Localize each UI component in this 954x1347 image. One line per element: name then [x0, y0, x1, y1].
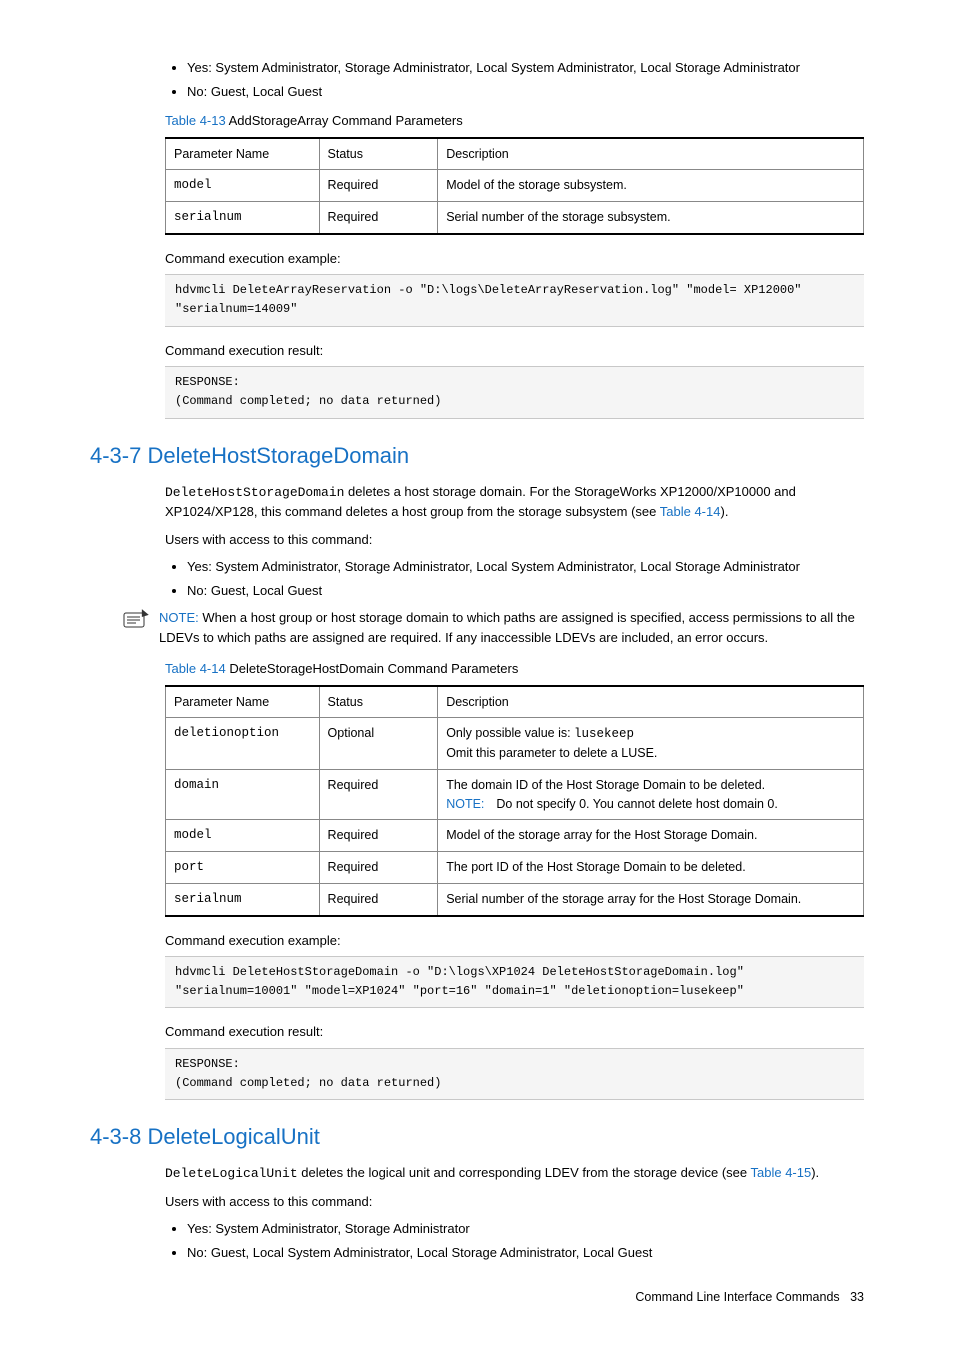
caption-text: DeleteStorageHostDomain Command Paramete… [226, 661, 519, 676]
desc-line1: The domain ID of the Host Storage Domain… [446, 778, 765, 792]
note-body: NOTE: When a host group or host storage … [159, 608, 864, 647]
table-ref-link[interactable]: Table 4-14 [660, 504, 721, 519]
desc-note-text: Do not specify 0. You cannot delete host… [496, 797, 777, 811]
caption-text: AddStorageArray Command Parameters [226, 113, 463, 128]
note-label: NOTE: [159, 610, 199, 625]
exec-example-label: Command execution example: [165, 931, 864, 951]
param-status: Required [319, 852, 438, 884]
intro-text: deletes the logical unit and correspondi… [298, 1165, 751, 1180]
list-item: Yes: System Administrator, Storage Admin… [187, 557, 864, 577]
table-row: deletionoption Optional Only possible va… [166, 718, 864, 770]
param-status: Required [319, 769, 438, 820]
access-label: Users with access to this command: [165, 530, 864, 550]
param-desc: Model of the storage array for the Host … [438, 820, 864, 852]
param-name: port [166, 852, 320, 884]
code-block: RESPONSE: (Command completed; no data re… [165, 1048, 864, 1100]
command-name: DeleteLogicalUnit [165, 1166, 298, 1181]
param-desc: Serial number of the storage subsystem. [438, 202, 864, 234]
param-status: Required [319, 202, 438, 234]
note-block: NOTE: When a host group or host storage … [123, 608, 864, 647]
col-header: Description [438, 686, 864, 718]
intro-paragraph: DeleteLogicalUnit deletes the logical un… [165, 1163, 864, 1184]
note-text: When a host group or host storage domain… [159, 610, 855, 645]
intro-paragraph: DeleteHostStorageDomain deletes a host s… [165, 482, 864, 522]
exec-example-label: Command execution example: [165, 249, 864, 269]
section-heading-438: 4-3-8 DeleteLogicalUnit [90, 1120, 864, 1153]
col-header: Description [438, 138, 864, 170]
col-header: Parameter Name [166, 686, 320, 718]
list-item: No: Guest, Local Guest [187, 581, 864, 601]
table-ref-link[interactable]: Table 4-14 [165, 661, 226, 676]
param-name: deletionoption [166, 718, 320, 770]
table-row: model Required Model of the storage subs… [166, 170, 864, 202]
table-header-row: Parameter Name Status Description [166, 686, 864, 718]
param-desc: Only possible value is: lusekeep Omit th… [438, 718, 864, 770]
param-name: serialnum [166, 883, 320, 915]
table-row: serialnum Required Serial number of the … [166, 883, 864, 915]
param-desc: The port ID of the Host Storage Domain t… [438, 852, 864, 884]
table-row: port Required The port ID of the Host St… [166, 852, 864, 884]
table-row: serialnum Required Serial number of the … [166, 202, 864, 234]
desc-text: Only possible value is: [446, 726, 574, 740]
col-header: Status [319, 138, 438, 170]
desc-code: lusekeep [574, 727, 634, 741]
col-header: Parameter Name [166, 138, 320, 170]
param-desc: The domain ID of the Host Storage Domain… [438, 769, 864, 820]
code-block: hdvmcli DeleteArrayReservation -o "D:\lo… [165, 274, 864, 326]
access-label: Users with access to this command: [165, 1192, 864, 1212]
param-name: domain [166, 769, 320, 820]
table-row: domain Required The domain ID of the Hos… [166, 769, 864, 820]
page-footer: Command Line Interface Commands 33 [90, 1288, 864, 1307]
param-name: model [166, 170, 320, 202]
desc-line2: Omit this parameter to delete a LUSE. [446, 746, 657, 760]
param-desc: Serial number of the storage array for t… [438, 883, 864, 915]
page-number: 33 [850, 1290, 864, 1304]
addstoragearray-params-table: Parameter Name Status Description model … [165, 137, 864, 235]
list-item: No: Guest, Local Guest [187, 82, 864, 102]
intro-close: ). [811, 1165, 819, 1180]
col-header: Status [319, 686, 438, 718]
param-status: Required [319, 170, 438, 202]
access-list: Yes: System Administrator, Storage Admin… [165, 557, 864, 600]
deletestoragehostdomain-params-table: Parameter Name Status Description deleti… [165, 685, 864, 917]
note-icon [123, 609, 149, 635]
section-heading-437: 4-3-7 DeleteHostStorageDomain [90, 439, 864, 472]
footer-label: Command Line Interface Commands [635, 1290, 839, 1304]
exec-result-label: Command execution result: [165, 341, 864, 361]
param-status: Required [319, 820, 438, 852]
param-name: serialnum [166, 202, 320, 234]
table-ref-link[interactable]: Table 4-13 [165, 113, 226, 128]
list-item: No: Guest, Local System Administrator, L… [187, 1243, 864, 1263]
desc-note-label: NOTE: [446, 797, 484, 811]
table-row: model Required Model of the storage arra… [166, 820, 864, 852]
table-caption: Table 4-13 AddStorageArray Command Param… [165, 111, 864, 131]
list-item: Yes: System Administrator, Storage Admin… [187, 58, 864, 78]
exec-result-label: Command execution result: [165, 1022, 864, 1042]
access-list: Yes: System Administrator, Storage Admin… [165, 1219, 864, 1262]
access-list: Yes: System Administrator, Storage Admin… [165, 58, 864, 101]
param-name: model [166, 820, 320, 852]
table-header-row: Parameter Name Status Description [166, 138, 864, 170]
code-block: RESPONSE: (Command completed; no data re… [165, 366, 864, 418]
code-block: hdvmcli DeleteHostStorageDomain -o "D:\l… [165, 956, 864, 1008]
param-status: Required [319, 883, 438, 915]
param-desc: Model of the storage subsystem. [438, 170, 864, 202]
table-ref-link[interactable]: Table 4-15 [751, 1165, 812, 1180]
command-name: DeleteHostStorageDomain [165, 485, 344, 500]
intro-close: ). [720, 504, 728, 519]
table-caption: Table 4-14 DeleteStorageHostDomain Comma… [165, 659, 864, 679]
param-status: Optional [319, 718, 438, 770]
list-item: Yes: System Administrator, Storage Admin… [187, 1219, 864, 1239]
